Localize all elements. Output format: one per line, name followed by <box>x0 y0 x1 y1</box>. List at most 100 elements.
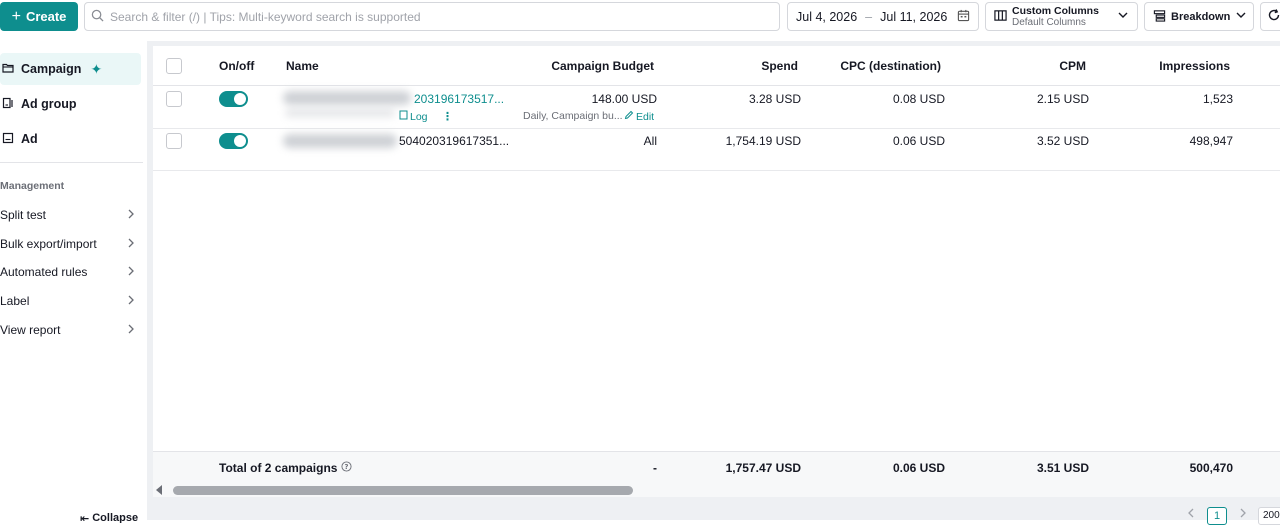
total-impressions: 500,470 <box>1189 461 1233 475</box>
pencil-icon <box>624 110 634 123</box>
log-icon <box>399 110 408 123</box>
collapse-label: Collapse <box>92 513 139 523</box>
management-section-title: Management <box>0 180 65 192</box>
header-impressions[interactable]: Impressions <box>1159 59 1230 73</box>
chevron-right-icon <box>126 237 136 252</box>
custom-columns-dropdown[interactable]: Custom Columns Default Columns <box>985 2 1138 31</box>
header-onoff[interactable]: On/off <box>219 59 254 73</box>
sparkle-icon: ✦ <box>90 60 103 77</box>
totals-row: Total of 2 campaigns ? - 1,757.47 USD 0.… <box>153 451 1280 483</box>
total-spend: 1,757.47 USD <box>725 461 801 475</box>
header-cpm[interactable]: CPM <box>1059 59 1086 73</box>
columns-subtitle: Default Columns <box>1012 16 1086 28</box>
columns-icon <box>994 9 1007 25</box>
spend-cell: 1,754.19 USD <box>725 134 801 148</box>
ad-group-icon <box>2 97 14 112</box>
header-cpc[interactable]: CPC (destination) <box>840 59 941 73</box>
sidebar-item-label: Ad <box>21 132 38 146</box>
campaign-name[interactable]: 504020319617351... <box>399 134 509 148</box>
refresh-icon <box>1267 8 1280 25</box>
cpc-cell: 0.06 USD <box>892 134 945 148</box>
cpm-cell: 3.52 USD <box>1036 134 1089 148</box>
select-all-checkbox[interactable] <box>166 58 182 74</box>
header-name[interactable]: Name <box>286 59 319 73</box>
sidebar-item-label: Bulk export/import <box>0 237 97 251</box>
sidebar-item-ad-group[interactable]: Ad group <box>0 88 141 120</box>
scrollbar-thumb[interactable] <box>173 486 633 495</box>
sidebar-item-label: Campaign <box>21 62 82 76</box>
sidebar-divider <box>0 162 143 163</box>
svg-text:?: ? <box>345 463 349 471</box>
spend-cell: 3.28 USD <box>748 92 801 106</box>
sidebar-item-ad[interactable]: Ad <box>0 123 141 155</box>
chevron-right-icon <box>126 323 136 338</box>
date-end: Jul 11, 2026 <box>880 9 948 24</box>
redacted-name <box>283 91 411 105</box>
edit-budget-link[interactable]: Edit <box>624 110 654 123</box>
plus-icon: + <box>11 7 21 25</box>
chevron-down-icon <box>1235 9 1247 24</box>
breakdown-dropdown[interactable]: Breakdown <box>1144 2 1254 31</box>
row-toggle[interactable] <box>219 91 248 107</box>
date-range-picker[interactable]: Jul 4, 2026 – Jul 11, 2026 <box>787 2 979 31</box>
sidebar-item-label: Label <box>0 294 30 308</box>
total-cpm: 3.51 USD <box>1036 461 1089 475</box>
sidebar-item-bulk-export-import[interactable]: Bulk export/import <box>0 233 136 255</box>
help-icon[interactable]: ? <box>341 461 353 475</box>
total-cpc: 0.06 USD <box>892 461 945 475</box>
budget-cell: All <box>643 134 657 148</box>
sidebar-item-split-test[interactable]: Split test <box>0 204 136 226</box>
breakdown-label: Breakdown <box>1171 10 1231 23</box>
folder-icon <box>2 62 14 77</box>
breakdown-icon <box>1153 9 1166 25</box>
total-budget: - <box>653 461 657 475</box>
sidebar-item-automated-rules[interactable]: Automated rules <box>0 261 136 283</box>
row-divider <box>153 128 1280 129</box>
scroll-left-icon[interactable] <box>156 485 162 495</box>
header-spend[interactable]: Spend <box>761 59 798 73</box>
log-link[interactable]: Log <box>399 110 428 123</box>
current-page-button[interactable]: 1 <box>1207 507 1227 525</box>
ad-icon <box>2 132 14 147</box>
sidebar-item-label: Automated rules <box>0 265 88 279</box>
columns-title: Custom Columns <box>1012 4 1099 17</box>
cpc-cell: 0.08 USD <box>892 92 945 106</box>
date-separator: – <box>865 9 873 24</box>
impressions-cell: 1,523 <box>1202 92 1233 106</box>
budget-type: Daily, Campaign bu... <box>523 110 623 122</box>
chevron-down-icon <box>1117 9 1129 24</box>
row-checkbox[interactable] <box>166 91 182 107</box>
search-box[interactable] <box>84 2 780 31</box>
row-checkbox[interactable] <box>166 133 182 149</box>
campaign-name-link[interactable]: 203196173517... <box>414 92 504 106</box>
row-divider <box>153 170 1280 171</box>
sidebar-item-view-report[interactable]: View report <box>0 319 136 341</box>
impressions-cell: 498,947 <box>1189 134 1233 148</box>
more-options-icon[interactable]: ⋮ <box>442 110 453 123</box>
search-input[interactable] <box>110 9 760 24</box>
collapse-sidebar-button[interactable]: ⇤ Collapse <box>80 513 138 523</box>
total-label: Total of 2 campaigns ? <box>219 461 353 475</box>
header-budget[interactable]: Campaign Budget <box>551 59 654 73</box>
sidebar-item-label: Split test <box>0 208 47 222</box>
sidebar-item-label: Ad group <box>21 97 77 111</box>
search-icon <box>91 9 104 25</box>
chevron-right-icon <box>126 294 136 309</box>
collapse-icon: ⇤ <box>80 513 90 523</box>
chevron-right-icon <box>126 208 136 223</box>
create-button[interactable]: + Create <box>0 2 78 31</box>
top-toolbar: + Create Jul 4, 2026 – Jul 11, 2026 Cust… <box>0 0 1280 33</box>
calendar-icon <box>957 9 970 25</box>
row-toggle[interactable] <box>219 133 248 149</box>
page-size-select[interactable]: 200 <box>1258 507 1280 525</box>
chevron-right-icon <box>126 265 136 280</box>
campaign-table: On/off Name Campaign Budget Spend CPC (d… <box>153 46 1280 497</box>
header-divider <box>153 85 1280 86</box>
sidebar-item-label-menu[interactable]: Label <box>0 290 136 312</box>
refresh-button[interactable] <box>1260 2 1280 31</box>
sidebar-item-campaign[interactable]: Campaign ✦ <box>0 53 141 85</box>
sidebar: Campaign ✦ Ad group Ad Management Split … <box>0 41 147 523</box>
log-label: Log <box>410 110 428 123</box>
sidebar-item-label: View report <box>0 323 61 337</box>
total-label-text: Total of 2 campaigns <box>219 461 338 475</box>
